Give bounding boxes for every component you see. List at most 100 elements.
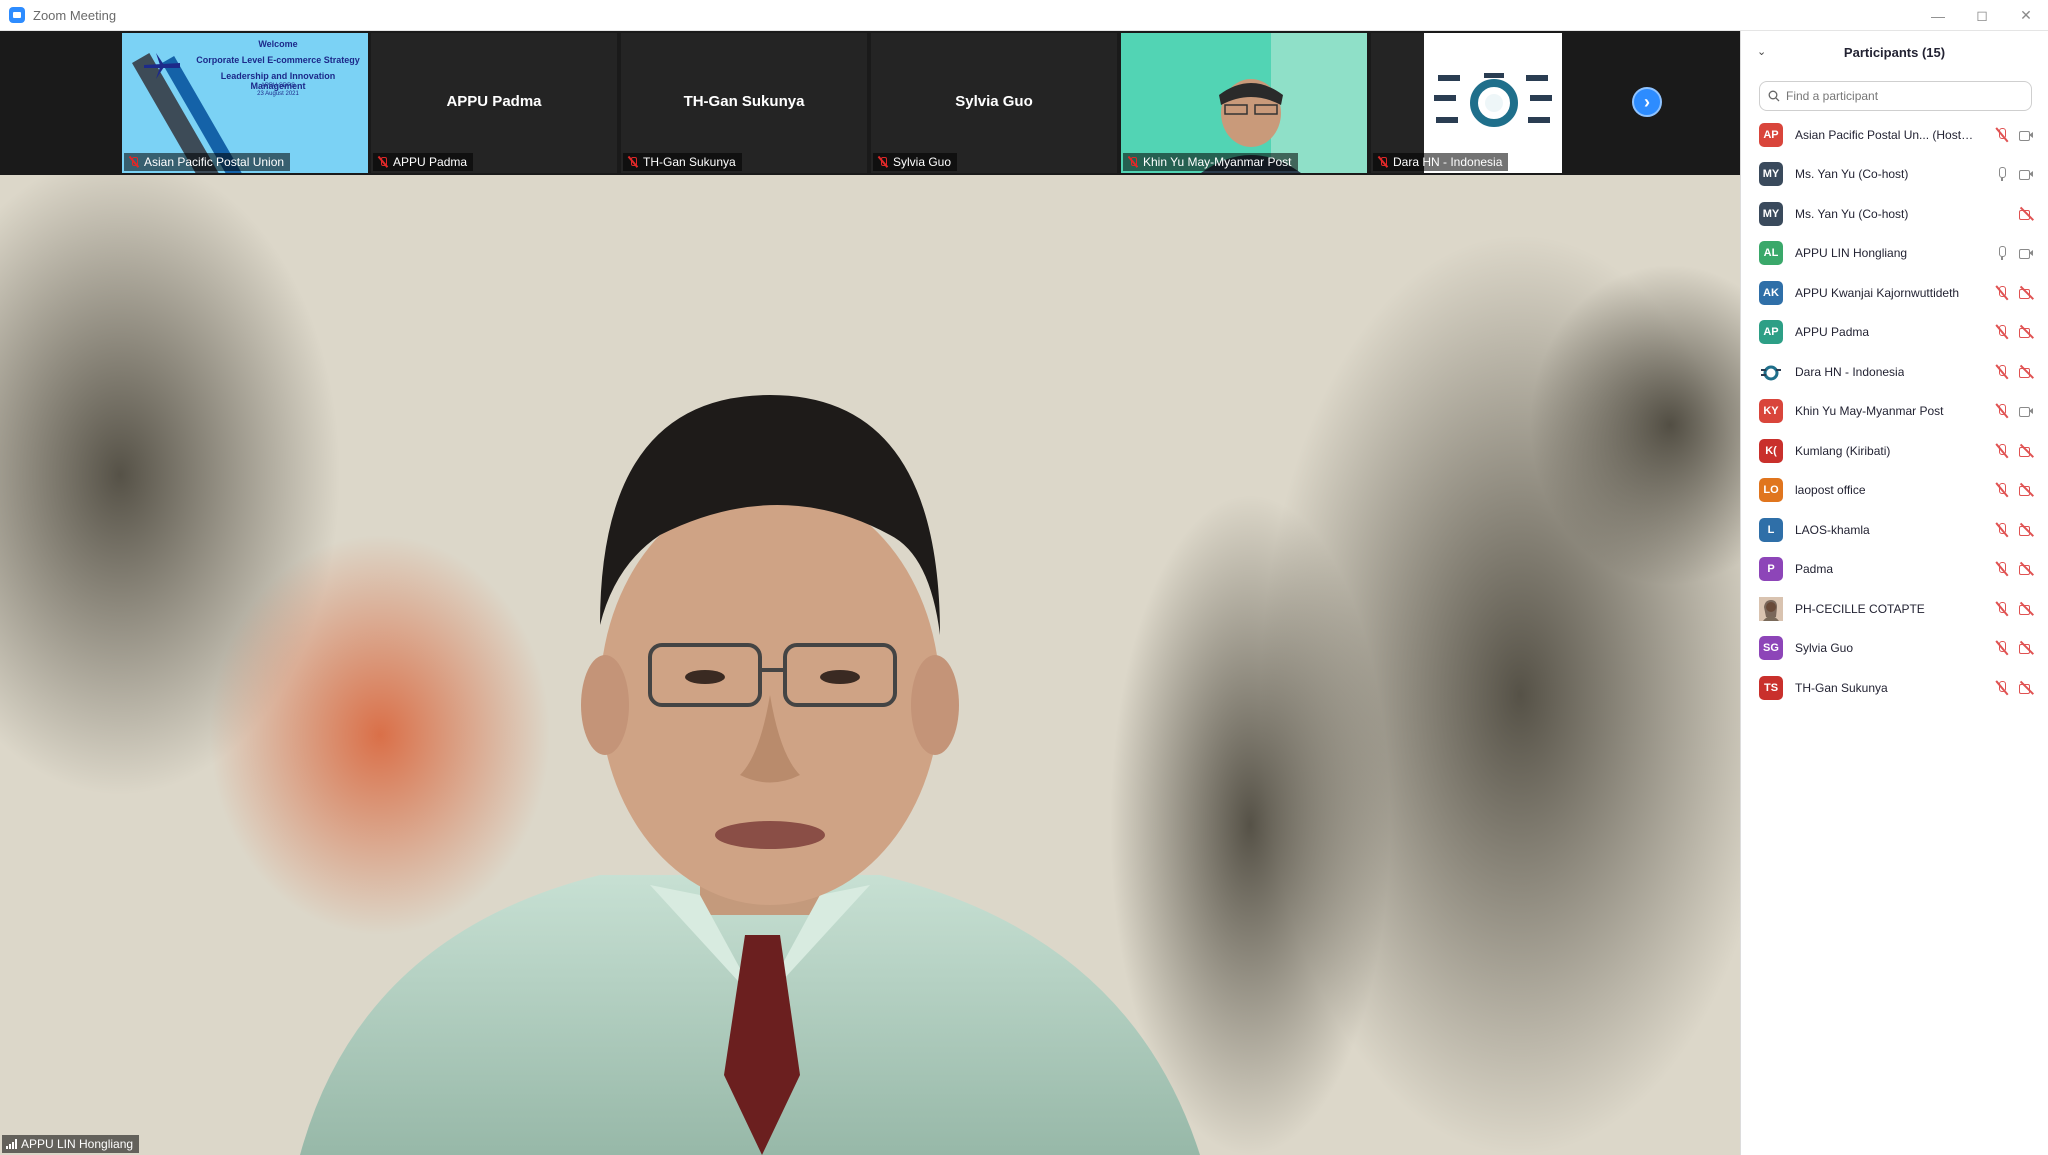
microphone-icon (1994, 166, 2010, 182)
participant-row[interactable]: KY Khin Yu May-Myanmar Post (1741, 392, 2048, 432)
thumbnail-name-tag: APPU Padma (373, 153, 474, 171)
participants-panel: ⌄ Participants (15) AP Asian Pacific Post… (1740, 31, 2048, 1155)
chevron-down-icon[interactable]: ⌄ (1757, 45, 1769, 58)
video-camera-off-icon (2018, 206, 2034, 222)
microphone-muted-icon (1994, 601, 2010, 617)
slide-line-1: Welcome (258, 39, 298, 49)
video-camera-off-icon (2018, 522, 2034, 538)
search-input[interactable] (1786, 89, 2006, 103)
participant-row[interactable]: Dara HN - Indonesia (1741, 352, 2048, 392)
avatar: MY (1759, 162, 1783, 187)
connection-signal-icon (6, 1139, 17, 1149)
participant-name: Dara HN - Indonesia (1795, 364, 1905, 379)
participant-name: Khin Yu May-Myanmar Post (1795, 404, 1944, 419)
diagram-image-icon (1434, 73, 1552, 127)
microphone-muted-icon (1994, 403, 2010, 419)
zoom-app-icon (9, 7, 25, 23)
thumbnail-tile[interactable]: TH-Gan Sukunya TH-Gan Sukunya (621, 33, 867, 173)
participant-row[interactable]: AP APPU Padma (1741, 313, 2048, 353)
participant-row[interactable]: PH-CECILLE COTAPTE (1741, 589, 2048, 629)
microphone-muted-icon (1994, 443, 2010, 459)
maximize-button[interactable]: ◻ (1960, 0, 2004, 31)
slide-line-5: 23 August 2021 (257, 91, 299, 97)
participant-name: Ms. Yan Yu (Co-host) (1795, 167, 1909, 182)
video-camera-icon (2018, 245, 2034, 261)
participant-row[interactable]: MY Ms. Yan Yu (Co-host) (1741, 194, 2048, 234)
participant-name: APPU Padma (1795, 325, 1870, 340)
avatar: LO (1759, 478, 1783, 503)
shared-image (1424, 33, 1562, 173)
mic-muted-icon (1127, 156, 1139, 168)
participant-status-icons (1994, 155, 2034, 195)
avatar: AP (1759, 320, 1783, 345)
participant-row[interactable]: AL APPU LIN Hongliang (1741, 234, 2048, 274)
close-button[interactable]: ✕ (2004, 0, 2048, 31)
video-camera-off-icon (2018, 482, 2034, 498)
thumbnail-tile[interactable]: Dara HN - Indonesia (1371, 33, 1562, 173)
title-bar: Zoom Meeting — ◻ ✕ (0, 0, 2048, 31)
participant-name: Sylvia Guo (1795, 641, 1854, 656)
thumbnail-tile[interactable]: Welcome Corporate Level E-commerce Strat… (122, 33, 368, 173)
participant-row[interactable]: K(Kumlang (Kiribati) (1741, 431, 2048, 471)
participant-name: APPU Kwanjai Kajornwuttideth (1795, 285, 1960, 300)
minimize-button[interactable]: — (1916, 0, 1960, 31)
participant-name: Padma (1795, 562, 1834, 577)
avatar: AK (1759, 280, 1783, 305)
avatar: SG (1759, 636, 1783, 661)
participant-search[interactable] (1759, 81, 2032, 111)
microphone-muted-icon (1994, 482, 2010, 498)
participant-row[interactable]: AP Asian Pacific Postal Un... (Host, me) (1741, 115, 2048, 155)
participant-status-icons (1994, 352, 2034, 392)
thumbnail-name-tag: Asian Pacific Postal Union (124, 153, 291, 171)
participant-row[interactable]: MY Ms. Yan Yu (Co-host) (1741, 155, 2048, 195)
participant-status-icons (1994, 273, 2034, 313)
video-area: Welcome Corporate Level E-commerce Strat… (0, 31, 1740, 1155)
participants-header: ⌄ Participants (15) (1741, 31, 2048, 73)
thumbnail-name-tag: Khin Yu May-Myanmar Post (1123, 153, 1298, 171)
participant-name: TH-Gan Sukunya (1795, 680, 1888, 695)
thumbnail-tile[interactable]: APPU Padma APPU Padma (371, 33, 617, 173)
participant-status-icons (1994, 471, 2034, 511)
thumbnail-tile[interactable]: Khin Yu May-Myanmar Post (1121, 33, 1367, 173)
window-title: Zoom Meeting (33, 7, 117, 23)
next-page-button[interactable]: › (1632, 87, 1662, 117)
participants-title: Participants (15) (1843, 44, 1946, 60)
video-camera-off-icon (2018, 640, 2034, 656)
speaker-name-tag: APPU LIN Hongliang (2, 1135, 140, 1153)
shared-slide: Welcome Corporate Level E-commerce Strat… (122, 33, 368, 173)
participant-name: APPU LIN Hongliang (1795, 246, 1908, 261)
thumbnail-center-name: Sylvia Guo (955, 93, 1033, 110)
photo-avatar-icon (1759, 596, 1783, 621)
plane-logo-icon (144, 53, 180, 79)
participant-name: PH-CECILLE COTAPTE (1795, 601, 1925, 616)
video-camera-icon (2018, 403, 2034, 419)
video-camera-icon (2018, 127, 2034, 143)
participant-row[interactable]: L LAOS-khamla (1741, 510, 2048, 550)
participant-list: AP Asian Pacific Postal Un... (Host, me) M… (1741, 115, 2048, 708)
participant-row[interactable]: SG Sylvia Guo (1741, 629, 2048, 669)
participant-row[interactable]: AK APPU Kwanjai Kajornwuttideth (1741, 273, 2048, 313)
window-controls: — ◻ ✕ (1916, 0, 2048, 31)
avatar: L (1759, 517, 1783, 542)
thumbnail-tile[interactable]: Sylvia Guo Sylvia Guo (871, 33, 1117, 173)
avatar: KY (1759, 399, 1783, 424)
video-camera-off-icon (2018, 680, 2034, 696)
thumbnail-name-tag: TH-Gan Sukunya (623, 153, 742, 171)
microphone-muted-icon (1994, 285, 2010, 301)
mic-muted-icon (128, 156, 140, 168)
video-camera-off-icon (2018, 285, 2034, 301)
participant-row[interactable]: P Padma (1741, 550, 2048, 590)
participant-row[interactable]: TS TH-Gan Sukunya (1741, 668, 2048, 708)
avatar: TS (1759, 675, 1783, 700)
thumbnail-center-name: APPU Padma (446, 93, 542, 110)
participant-status-icons (1994, 392, 2034, 432)
slide-line-2: Corporate Level E-commerce Strategy (196, 55, 360, 65)
participant-name: Kumlang (Kiribati) (1795, 443, 1891, 458)
participant-row[interactable]: LO laopost office (1741, 471, 2048, 511)
participant-name: Ms. Yan Yu (Co-host) (1795, 206, 1909, 221)
participant-status-icons (1994, 431, 2034, 471)
avatar: MY (1759, 201, 1783, 226)
active-speaker-video: APPU LIN Hongliang (0, 175, 1740, 1155)
microphone-muted-icon (1994, 324, 2010, 340)
mic-muted-icon (627, 156, 639, 168)
